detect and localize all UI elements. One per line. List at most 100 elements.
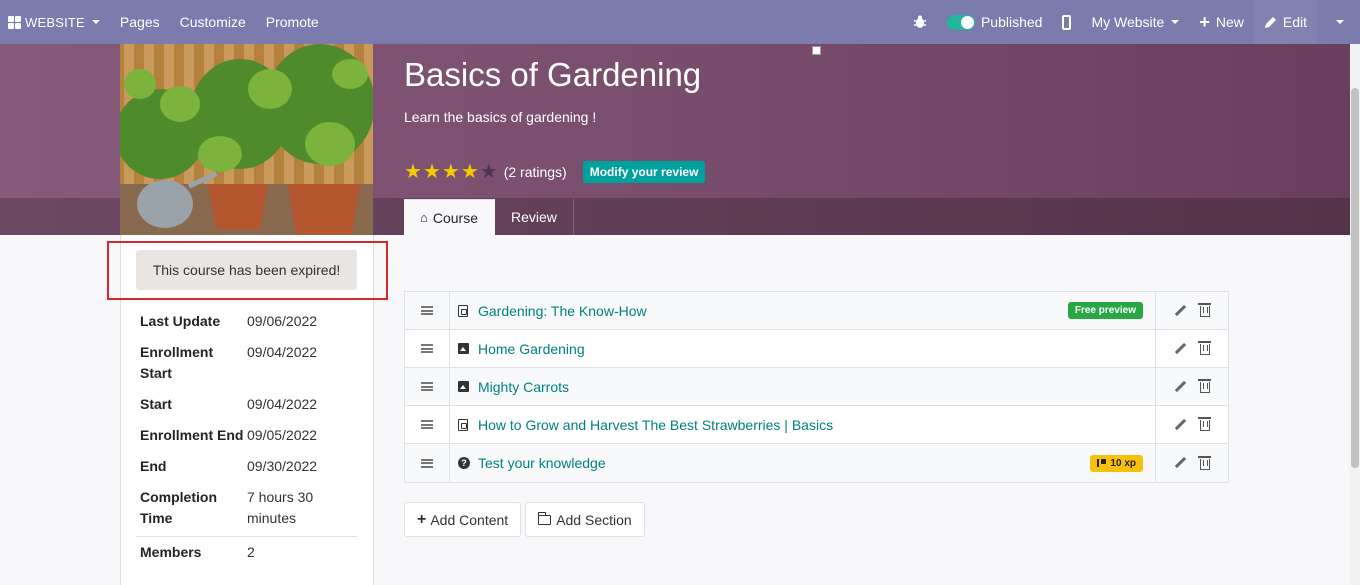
star-icon: ★ [404,161,422,183]
trash-icon[interactable] [1198,379,1211,393]
modify-review-button[interactable]: Modify your review [582,161,706,183]
trash-icon[interactable] [1198,455,1211,470]
pencil-icon [1264,16,1276,28]
detail-value: 09/05/2022 [247,427,318,443]
flag-icon [1097,459,1107,467]
scrollbar-thumb[interactable] [1351,88,1359,468]
publish-toggle[interactable]: Published [937,0,1053,44]
course-subtitle: Learn the basics of gardening ! [404,109,597,125]
drag-handle-icon [421,420,433,429]
content-type [458,304,478,317]
top-navbar: WEBSITE Pages Customize Promote Publishe… [0,0,1360,44]
content-row: Gardening: The Know-How Free preview [405,292,1228,330]
content-link[interactable]: How to Grow and Harvest The Best Strawbe… [478,417,1143,433]
detail-value: 09/30/2022 [247,458,318,474]
content-actions [1156,292,1228,329]
course-title: Basics of Gardening [404,56,702,93]
toggle-switch[interactable] [946,14,975,30]
add-content-label: Add Content [430,511,509,528]
drag-handle[interactable] [405,444,450,482]
course-image [120,44,373,235]
drag-handle-icon [421,458,433,468]
detail-key: Enrollment Start [140,344,214,381]
image-icon [458,381,469,392]
detail-key: End [140,458,167,474]
highlight-box [107,241,388,300]
add-content-button[interactable]: + Add Content [404,502,522,537]
star-empty-icon: ★ [479,161,498,183]
drag-handle-icon [421,306,433,315]
pencil-icon[interactable] [1174,457,1186,469]
star-icon: ★ [422,161,441,183]
pdf-icon [458,304,468,317]
content-main: Gardening: The Know-How Free preview [450,292,1156,329]
content-row: How to Grow and Harvest The Best Strawbe… [405,406,1228,444]
content-link[interactable]: Test your knowledge [478,455,1090,471]
xp-badge-label: 10 xp [1110,457,1136,469]
debug-button[interactable] [903,0,937,44]
tab-course[interactable]: ⌂ Course [404,199,495,235]
star-icon: ★ [441,161,460,183]
content-row: ? Test your knowledge 10 xp [405,444,1228,482]
apps-grid-icon [8,15,21,29]
tab-course-label: Course [432,209,478,226]
tab-review[interactable]: Review [495,199,574,235]
detail-value: 2 [247,544,255,560]
pencil-icon[interactable] [1174,381,1186,393]
detail-value: 09/06/2022 [247,313,318,329]
ratings-count: (2 ratings) [503,164,567,180]
question-icon: ? [458,457,470,469]
course-content-list: Gardening: The Know-How Free preview Hom… [404,291,1229,483]
detail-row: Completion Time 7 hours 30 minutes [136,482,357,534]
content-actions [1156,406,1228,443]
drag-handle[interactable] [405,292,450,329]
edit-button[interactable]: Edit [1253,0,1317,44]
drag-handle-icon [421,382,433,391]
add-section-button[interactable]: Add Section [525,502,645,537]
more-dropdown[interactable] [1317,0,1360,44]
trash-icon[interactable] [1198,341,1211,355]
menu-promote[interactable]: Promote [256,0,329,44]
new-button[interactable]: + New [1189,0,1254,44]
content-type [458,343,478,354]
content-link[interactable]: Mighty Carrots [478,379,1143,395]
trash-icon[interactable] [1198,417,1211,431]
home-icon: ⌂ [420,210,428,225]
drag-handle[interactable] [405,368,450,405]
content-main: How to Grow and Harvest The Best Strawbe… [450,406,1156,443]
bug-icon [913,15,926,28]
folder-icon [537,511,552,525]
content-type [458,418,478,431]
content-actions [1156,444,1228,482]
content-main: Home Gardening [450,330,1156,367]
detail-value: 09/04/2022 [247,344,318,360]
content-link[interactable]: Home Gardening [478,341,1143,357]
trash-icon[interactable] [1198,303,1211,317]
detail-row: Last Update 09/06/2022 [136,306,357,337]
caret-down-icon [1171,20,1180,24]
detail-row: Start 09/04/2022 [136,389,357,420]
caret-down-icon [91,20,100,24]
pencil-icon[interactable] [1174,419,1186,431]
website-selector[interactable]: My Website [1081,0,1189,44]
website-selector-label: My Website [1091,14,1165,30]
menu-customize[interactable]: Customize [170,0,256,44]
star-icon: ★ [460,161,479,183]
content-link[interactable]: Gardening: The Know-How [478,303,1068,319]
new-label: New [1215,14,1244,30]
pdf-icon [458,418,468,431]
caret-down-icon [1336,20,1344,24]
resize-handle[interactable] [812,46,821,55]
drag-handle[interactable] [405,330,450,367]
detail-key: Completion Time [140,489,217,526]
pencil-icon[interactable] [1174,305,1186,317]
website-menu[interactable]: WEBSITE [0,0,110,44]
menu-pages[interactable]: Pages [110,0,170,44]
add-section-label: Add Section [556,511,632,528]
detail-key: Start [140,396,172,412]
content-main: ? Test your knowledge 10 xp [450,444,1156,482]
image-icon [458,343,469,354]
mobile-preview-button[interactable] [1052,0,1081,44]
pencil-icon[interactable] [1174,343,1186,355]
drag-handle[interactable] [405,406,450,443]
